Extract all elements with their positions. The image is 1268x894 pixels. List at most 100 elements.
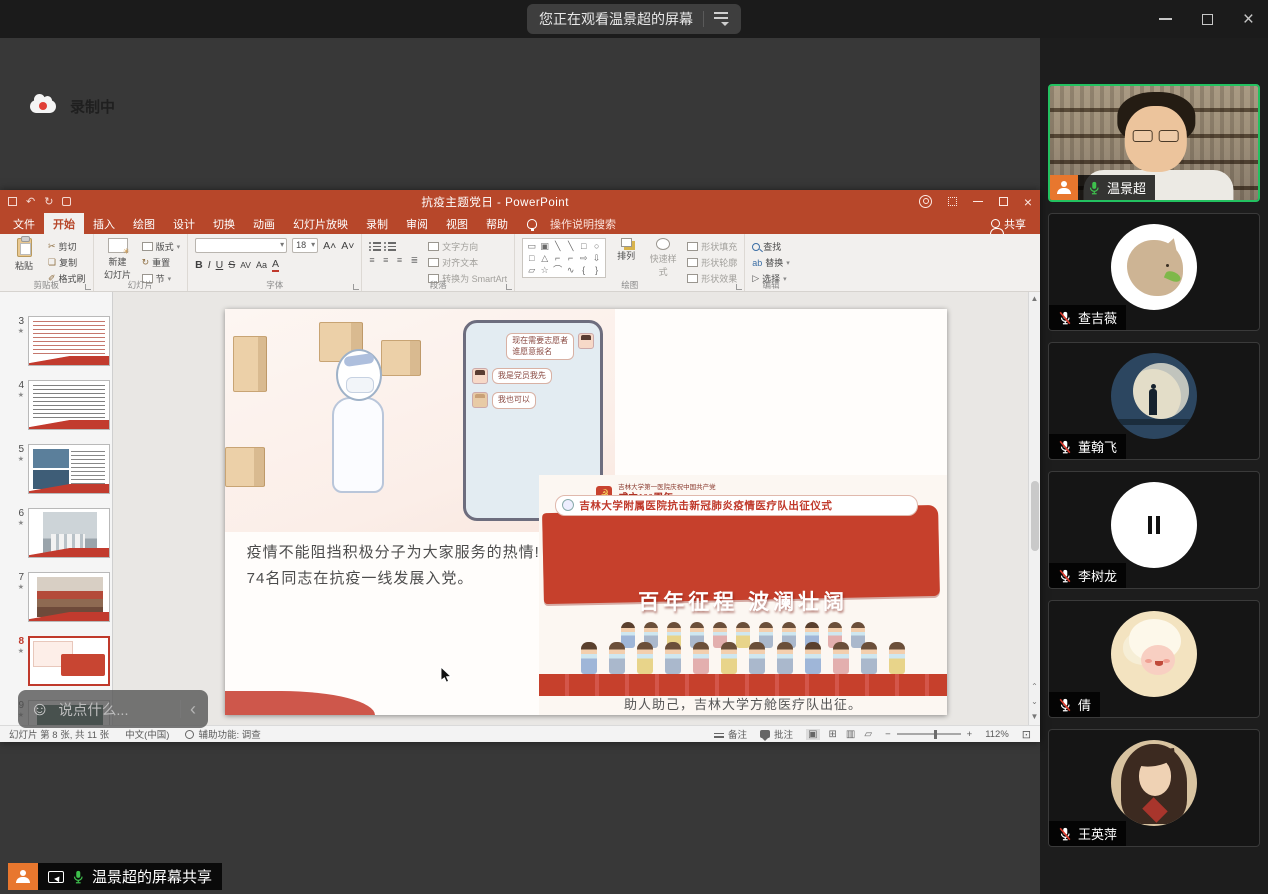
shape-fill-button[interactable]: 形状填充	[687, 240, 737, 253]
tab-slideshow[interactable]: 幻灯片放映	[284, 213, 357, 234]
maximize-icon[interactable]	[1202, 14, 1213, 25]
bold-button[interactable]: B	[195, 259, 203, 271]
quick-styles-button[interactable]: 快速样式	[646, 238, 680, 278]
cut-button[interactable]: ✂剪切	[48, 240, 86, 253]
notes-button[interactable]: 备注	[714, 727, 747, 741]
tab-animations[interactable]: 动画	[244, 213, 284, 234]
start-slideshow-icon[interactable]	[62, 197, 71, 206]
participant-tile-donghanfei[interactable]: 董翰飞	[1048, 342, 1260, 460]
layout-button[interactable]: 版式 ▾	[142, 240, 181, 253]
slide-sorter-view-button[interactable]: ⊞	[829, 729, 837, 740]
reset-button[interactable]: ↻重置	[142, 256, 181, 269]
participant-tile-wangyingping[interactable]: 王英萍	[1048, 729, 1260, 847]
menu-icon[interactable]	[714, 12, 729, 26]
arrange-button[interactable]: 排列	[613, 238, 639, 262]
thumbnail-image[interactable]	[28, 572, 110, 622]
scroll-up-icon[interactable]: ▲	[1031, 294, 1039, 303]
tab-view[interactable]: 视图	[437, 213, 477, 234]
save-icon[interactable]	[8, 197, 17, 206]
redo-icon[interactable]: ↻	[44, 195, 53, 208]
participant-tile-lishulong[interactable]: 李树龙	[1048, 471, 1260, 589]
close-icon[interactable]: ×	[1243, 10, 1254, 29]
align-text-button[interactable]: 对齐文本	[428, 256, 507, 269]
thumbnail-slide-3[interactable]: 3★	[6, 316, 112, 370]
ppt-restore-icon[interactable]	[999, 197, 1008, 206]
thumbnail-image[interactable]	[28, 508, 110, 558]
bullets-button[interactable]	[369, 240, 421, 251]
slide-canvas[interactable]: 现在需要志愿者谁愿意报名 我是党员我先 我	[113, 292, 1028, 725]
drawing-dialog-launcher[interactable]	[736, 284, 742, 290]
participant-tile-wenjingchao[interactable]: 温景超	[1048, 84, 1260, 202]
shapes-gallery[interactable]: ▭▣╲╲□○ □△⌐⌐⇨⇩ ▱☆⌒∿{}	[522, 238, 606, 278]
shrink-font-button[interactable]: A˅	[341, 240, 354, 252]
copy-button[interactable]: ❏复制	[48, 256, 86, 269]
vertical-scrollbar[interactable]: ▲ ⌃ ⌄ ▼	[1028, 292, 1040, 725]
slide-thumbnail-pane[interactable]: 3★ 4★ 5★ 6★	[0, 292, 113, 725]
slideshow-view-button[interactable]: ▱	[864, 729, 872, 740]
tab-record[interactable]: 录制	[357, 213, 397, 234]
reading-view-button[interactable]: ▥	[846, 729, 855, 740]
tab-file[interactable]: 文件	[4, 213, 44, 234]
thumbnail-image[interactable]	[28, 636, 110, 686]
paste-button[interactable]: 粘贴	[7, 238, 41, 272]
paragraph-dialog-launcher[interactable]	[506, 284, 512, 290]
tab-insert[interactable]: 插入	[84, 213, 124, 234]
participant-tile-qian[interactable]: 倩	[1048, 600, 1260, 718]
replace-button[interactable]: ab替换 ▾	[752, 256, 790, 269]
thumbnail-slide-4[interactable]: 4★	[6, 380, 112, 434]
ppt-close-icon[interactable]: ×	[1024, 195, 1032, 209]
chat-quick-input[interactable]: ☺ 说点什么... ‹	[18, 690, 208, 728]
viewing-banner-pill[interactable]: 您正在观看温景超的屏幕	[527, 4, 741, 34]
italic-button[interactable]: I	[208, 259, 211, 271]
tab-design[interactable]: 设计	[164, 213, 204, 234]
grow-font-button[interactable]: A˄	[323, 240, 336, 252]
ppt-minimize-icon[interactable]	[973, 201, 983, 203]
tab-draw[interactable]: 绘图	[124, 213, 164, 234]
font-size-select[interactable]: 18	[292, 238, 318, 253]
font-dialog-launcher[interactable]	[353, 284, 359, 290]
share-button[interactable]: 共享	[991, 213, 1040, 234]
text-direction-button[interactable]: 文字方向	[428, 240, 507, 253]
undo-icon[interactable]: ↶	[26, 195, 35, 208]
accessibility-status[interactable]: 辅助功能: 调查	[185, 727, 260, 741]
account-icon[interactable]	[919, 195, 932, 208]
tab-home[interactable]: 开始	[44, 213, 84, 234]
fit-to-window-icon[interactable]: ⊡	[1022, 728, 1031, 741]
previous-slide-icon[interactable]: ⌃	[1031, 682, 1038, 691]
thumbnail-image[interactable]	[28, 316, 110, 366]
tab-review[interactable]: 审阅	[397, 213, 437, 234]
tab-help[interactable]: 帮助	[477, 213, 517, 234]
font-color-button[interactable]: A	[272, 258, 279, 272]
thumbnail-slide-8-selected[interactable]: 8★	[6, 636, 112, 690]
current-slide[interactable]: 现在需要志愿者谁愿意报名 我是党员我先 我	[225, 309, 947, 715]
thumbnail-slide-7[interactable]: 7★	[6, 572, 112, 626]
char-spacing-button[interactable]: AV	[240, 260, 251, 270]
ribbon-display-options-icon[interactable]	[948, 197, 957, 206]
thumbnail-slide-6[interactable]: 6★	[6, 508, 112, 562]
language-indicator[interactable]: 中文(中国)	[125, 727, 169, 741]
underline-button[interactable]: U	[216, 259, 224, 271]
chat-input-placeholder[interactable]: 说点什么...	[58, 699, 171, 720]
zoom-slider-thumb[interactable]	[934, 730, 938, 739]
normal-view-button[interactable]: ▣	[806, 729, 819, 740]
thumbnail-slide-5[interactable]: 5★	[6, 444, 112, 498]
zoom-in-icon[interactable]: +	[967, 729, 973, 740]
minimize-icon[interactable]	[1159, 18, 1172, 20]
scrollbar-thumb[interactable]	[1031, 481, 1039, 551]
participant-tile-zhajiwei[interactable]: 查吉薇	[1048, 213, 1260, 331]
thumbnail-image[interactable]	[28, 380, 110, 430]
tell-me-search[interactable]: 操作说明搜索	[541, 213, 625, 234]
next-slide-icon[interactable]: ⌄	[1031, 697, 1038, 706]
strikethrough-button[interactable]: S	[228, 259, 235, 271]
zoom-slider[interactable]: − +	[885, 729, 972, 740]
zoom-level[interactable]: 112%	[985, 729, 1009, 740]
collapse-chevron-icon[interactable]: ‹	[190, 700, 196, 718]
shape-outline-button[interactable]: 形状轮廓	[687, 256, 737, 269]
find-button[interactable]: 查找	[752, 240, 790, 253]
scroll-down-icon[interactable]: ▼	[1031, 712, 1039, 721]
tab-transitions[interactable]: 切换	[204, 213, 244, 234]
thumbnail-image[interactable]	[28, 444, 110, 494]
change-case-button[interactable]: Aa	[256, 260, 267, 270]
comments-button[interactable]: 批注	[760, 727, 793, 741]
zoom-out-icon[interactable]: −	[885, 729, 891, 740]
